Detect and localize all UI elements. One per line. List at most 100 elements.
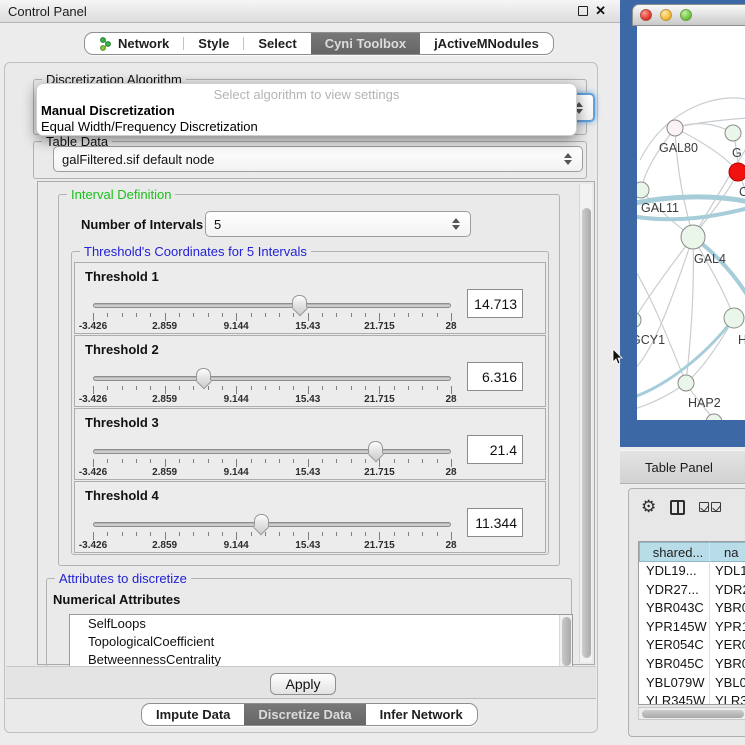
cyni-toolbox-panel: Discretization Algorithm Table Data galF… xyxy=(4,62,598,733)
threshold-1-value-field[interactable]: 14.713 xyxy=(467,289,523,318)
table-row[interactable]: YLR345WYLR3 xyxy=(639,692,745,705)
table-row[interactable]: YBL079WYBL0 xyxy=(639,674,745,693)
thresholds-group-label: Threshold's Coordinates for 5 Intervals xyxy=(80,244,311,259)
threshold-3-slider-thumb[interactable] xyxy=(368,441,383,459)
float-window-icon[interactable] xyxy=(578,6,588,16)
threshold-1-label: Threshold 1 xyxy=(85,269,159,284)
slider-tick-labels: -3.4262.8599.14415.4321.71528 xyxy=(93,467,451,479)
table-panel-toolbar: ⚙ xyxy=(641,499,721,515)
network-node[interactable] xyxy=(724,308,744,328)
network-node[interactable] xyxy=(729,163,745,181)
close-icon[interactable]: ✕ xyxy=(595,6,606,16)
combo-stepper-icon xyxy=(452,218,462,230)
threshold-3-slider-track[interactable] xyxy=(93,449,451,454)
table-data-value: galFiltered.sif default node xyxy=(62,152,214,167)
network-node[interactable] xyxy=(637,182,649,198)
bottom-tab-bar: Impute Data Discretize Data Infer Networ… xyxy=(141,703,478,726)
threshold-4-label: Threshold 4 xyxy=(85,488,159,503)
table-panel-body: ⚙ shared... na YDL19...YDL1YDR27...YDR2Y… xyxy=(628,488,745,737)
threshold-1-slider-track[interactable] xyxy=(93,303,451,308)
network-canvas[interactable]: GAL80GCGAL11GAL4GCY1HHAP2 xyxy=(637,26,745,420)
threshold-2-slider-thumb[interactable] xyxy=(196,368,211,386)
apply-button[interactable]: Apply xyxy=(270,673,336,695)
threshold-2-box: Threshold 2 -3.4262.8599.14415.4321.7152… xyxy=(74,335,546,407)
table-panel-title: Table Panel xyxy=(645,460,713,475)
column-header-name[interactable]: na xyxy=(710,542,745,562)
attributes-list-scrollbar[interactable] xyxy=(559,615,572,668)
table-data-combobox[interactable]: galFiltered.sif default node xyxy=(53,146,583,172)
tab-label: jActiveMNodules xyxy=(434,36,539,51)
svg-text:HAP2: HAP2 xyxy=(688,396,721,410)
tab-select[interactable]: Select xyxy=(244,33,310,54)
tab-network[interactable]: Network xyxy=(85,33,183,54)
threshold-1-box: Threshold 1 -3.4262.8599.14415.4321.7152… xyxy=(74,262,546,334)
network-node[interactable] xyxy=(678,375,694,391)
table-row[interactable]: YBR045CYBR0 xyxy=(639,655,745,674)
table-row[interactable]: YBR043CYBR0 xyxy=(639,599,745,618)
screen: Control Panel ✕ Network Style Se xyxy=(0,0,745,745)
table-row[interactable]: YER054CYER0 xyxy=(639,636,745,655)
tab-label: Network xyxy=(118,36,169,51)
table-row[interactable]: YDL19...YDL1 xyxy=(639,562,745,581)
table-horizontal-scrollbar[interactable] xyxy=(638,707,745,720)
control-panel-titlebar: Control Panel ✕ xyxy=(0,0,620,23)
tab-style[interactable]: Style xyxy=(184,33,243,54)
threshold-3-value-field[interactable]: 21.4 xyxy=(467,435,523,464)
close-traffic-light-icon[interactable] xyxy=(640,9,652,21)
slider-tick-labels: -3.4262.8599.14415.4321.71528 xyxy=(93,321,451,333)
numerical-attributes-list[interactable]: SelfLoopsTopologicalCoefficientBetweenne… xyxy=(69,614,573,669)
threshold-2-label: Threshold 2 xyxy=(85,342,159,357)
algorithm-option-manual[interactable]: Manual Discretization xyxy=(37,103,576,119)
network-node[interactable] xyxy=(637,312,641,328)
tab-label: Select xyxy=(258,36,296,51)
tab-cyni-toolbox[interactable]: Cyni Toolbox xyxy=(311,33,420,54)
svg-text:GCY1: GCY1 xyxy=(637,333,665,347)
threshold-2-value-field[interactable]: 6.316 xyxy=(467,362,523,391)
interval-definition-group: Interval Definition Number of Intervals … xyxy=(58,194,560,566)
column-header-shared-name[interactable]: shared... xyxy=(639,542,710,562)
attribute-list-item[interactable]: TopologicalCoefficient xyxy=(70,633,572,651)
threshold-4-slider-track[interactable] xyxy=(93,522,451,527)
algorithm-prompt: Select algorithm to view settings xyxy=(37,84,576,103)
zoom-traffic-light-icon[interactable] xyxy=(680,9,692,21)
table-row[interactable]: YDR27...YDR2 xyxy=(639,581,745,600)
tab-jactivemnodules[interactable]: jActiveMNodules xyxy=(420,33,553,54)
svg-text:C: C xyxy=(739,185,745,199)
network-node-labels: GAL80GCGAL11GAL4GCY1HHAP2 xyxy=(637,141,745,410)
panel-vertical-scrollbar[interactable] xyxy=(579,184,592,662)
threshold-2-slider-track[interactable] xyxy=(93,376,451,381)
attribute-list-item[interactable]: SelfLoops xyxy=(70,615,572,633)
network-node[interactable] xyxy=(681,225,705,249)
network-window-titlebar[interactable] xyxy=(632,4,745,26)
network-view-window: GAL80GCGAL11GAL4GCY1HHAP2 xyxy=(620,0,745,447)
threshold-3-label: Threshold 3 xyxy=(85,415,159,430)
panel-title: Control Panel xyxy=(8,4,87,19)
network-node[interactable] xyxy=(667,120,683,136)
gear-icon[interactable]: ⚙ xyxy=(641,499,656,515)
threshold-4-value-field[interactable]: 11.344 xyxy=(467,508,523,537)
algorithm-dropdown-popup: Select algorithm to view settings Manual… xyxy=(36,83,577,136)
tab-impute-data[interactable]: Impute Data xyxy=(142,704,244,725)
network-node[interactable] xyxy=(725,125,741,141)
network-icon xyxy=(99,37,112,51)
threshold-1-slider-thumb[interactable] xyxy=(292,295,307,313)
svg-text:GAL4: GAL4 xyxy=(694,252,726,266)
tab-infer-network[interactable]: Infer Network xyxy=(366,704,477,725)
network-node[interactable] xyxy=(706,414,722,420)
threshold-4-slider-thumb[interactable] xyxy=(254,514,269,532)
num-intervals-combobox[interactable]: 5 xyxy=(205,211,471,237)
tab-discretize-data[interactable]: Discretize Data xyxy=(244,704,365,725)
select-columns-icon[interactable] xyxy=(699,502,721,512)
minimize-traffic-light-icon[interactable] xyxy=(660,9,672,21)
slider-tick-labels: -3.4262.8599.14415.4321.71528 xyxy=(93,394,451,406)
node-attribute-table[interactable]: shared... na YDL19...YDL1YDR27...YDR2YBR… xyxy=(638,541,745,705)
svg-text:G: G xyxy=(732,146,742,160)
num-intervals-value: 5 xyxy=(214,217,221,232)
numerical-attributes-label: Numerical Attributes xyxy=(53,592,180,607)
table-row[interactable]: YPR145WYPR1 xyxy=(639,618,745,637)
attributes-group-label: Attributes to discretize xyxy=(55,571,191,586)
svg-text:H: H xyxy=(738,333,745,347)
tab-label: Infer Network xyxy=(380,707,463,722)
columns-icon[interactable] xyxy=(670,500,685,515)
algorithm-option-equal-width[interactable]: Equal Width/Frequency Discretization xyxy=(37,119,576,135)
